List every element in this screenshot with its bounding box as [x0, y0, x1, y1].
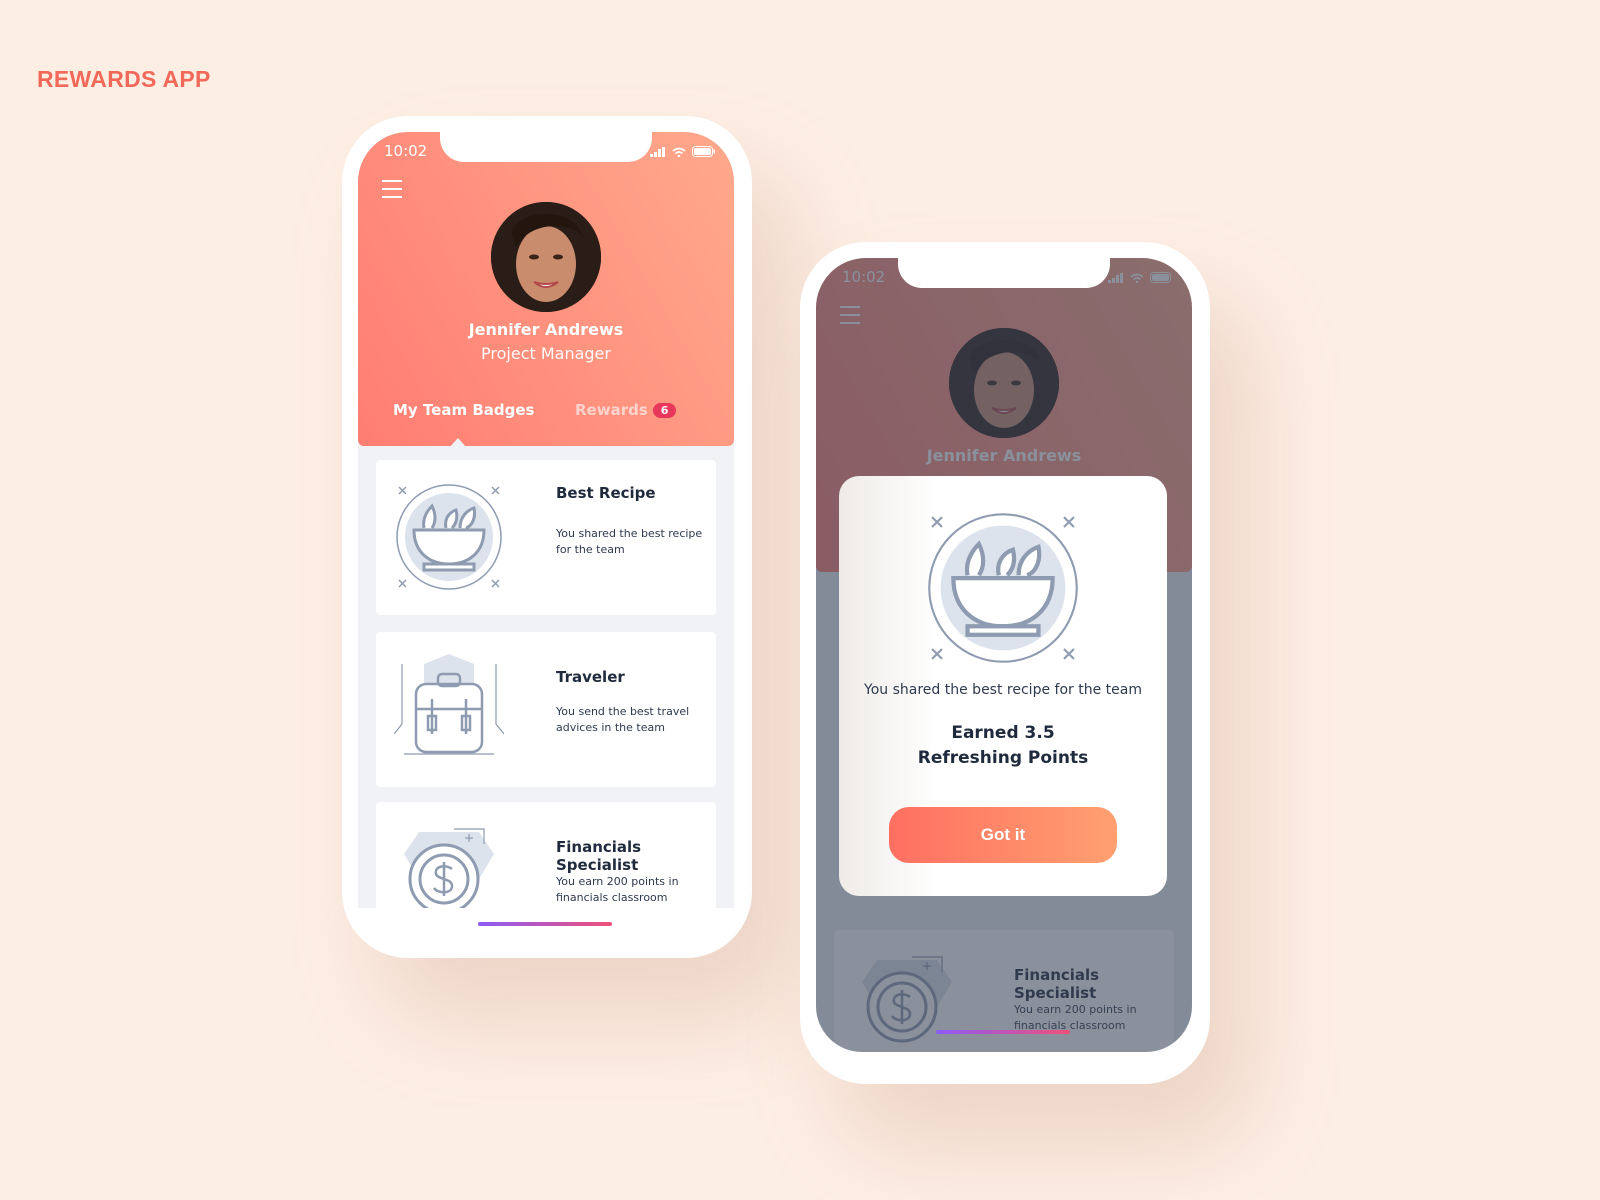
got-it-button[interactable]: Got it: [889, 807, 1117, 863]
phone-badges-screen: 10:02 Jennifer Andrews Project Manager M…: [342, 116, 752, 958]
profile-name: Jennifer Andrews: [468, 320, 624, 339]
modal-description: You shared the best recipe for the team: [864, 682, 1142, 698]
badge-description: You send the best travel advices in the …: [556, 705, 690, 734]
profile-role: Project Manager: [481, 344, 611, 363]
points-line-1: Earned 3.5: [951, 723, 1055, 743]
points-line-2: Refreshing Points: [917, 748, 1089, 768]
screen: 10:02 Jennifer Andrews Financials Specia…: [816, 258, 1192, 1052]
badge-description: You earn 200 points in financials classr…: [556, 875, 679, 904]
status-icons: [650, 146, 716, 157]
modal-points: Earned 3.5 Refreshing Points: [839, 721, 1167, 771]
badge-card-best-recipe[interactable]: Best Recipe You shared the best recipe f…: [376, 460, 716, 615]
notch: [440, 132, 652, 162]
tab-rewards-label: Rewards: [575, 401, 648, 419]
badge-title: Traveler: [556, 668, 625, 686]
profile-header: 10:02 Jennifer Andrews Project Manager M…: [358, 132, 734, 448]
tab-rewards[interactable]: Rewards 6: [575, 401, 677, 419]
tab-my-team-badges[interactable]: My Team Badges: [393, 401, 534, 419]
badge-card-financials-specialist[interactable]: Financials Specialist You earn 200 point…: [376, 802, 716, 908]
wifi-icon: [672, 147, 686, 157]
battery-icon: [692, 146, 715, 157]
active-tab-indicator: [449, 438, 467, 448]
badge-card-traveler[interactable]: Traveler You send the best travel advice…: [376, 632, 716, 787]
backpack-icon: [394, 654, 504, 756]
screen: 10:02 Jennifer Andrews Project Manager M…: [358, 132, 734, 908]
dollar-coin-icon: [402, 827, 496, 908]
phone-reward-modal-screen: 10:02 Jennifer Andrews Financials Specia…: [800, 242, 1210, 1084]
salad-bowl-icon: [925, 510, 1081, 666]
salad-bowl-icon: [395, 483, 503, 591]
reward-modal: You shared the best recipe for the team …: [839, 476, 1167, 896]
rewards-count-badge: 6: [652, 402, 677, 418]
badge-title: Best Recipe: [556, 484, 656, 502]
home-indicator: [936, 1030, 1070, 1034]
badge-title: Financials Specialist: [556, 838, 642, 874]
notch: [898, 258, 1110, 288]
hamburger-menu-icon[interactable]: [382, 180, 402, 204]
signal-icon: [650, 146, 665, 157]
badge-description: You shared the best recipe for the team: [556, 527, 703, 556]
app-title: REWARDS APP: [37, 66, 211, 92]
avatar: [491, 202, 601, 312]
status-time: 10:02: [384, 142, 428, 160]
home-indicator: [478, 922, 612, 926]
